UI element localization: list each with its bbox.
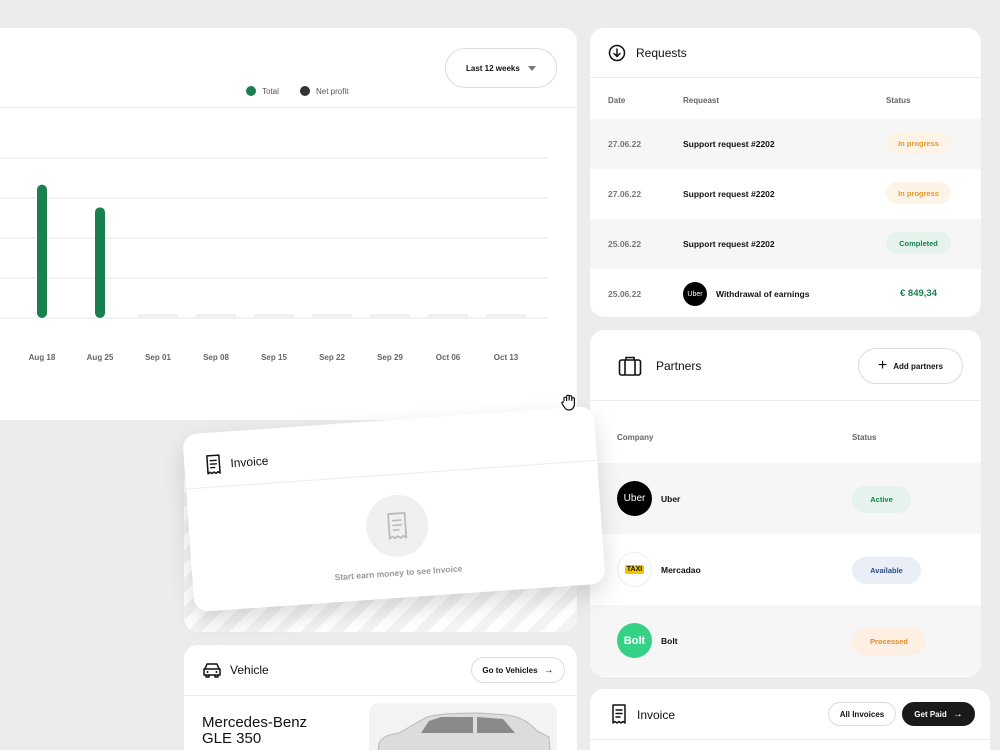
table-row[interactable]: 25.06.22 Support request #2202 Completed <box>590 219 981 269</box>
row-date: 27.06.22 <box>608 189 642 199</box>
chart-bar[interactable] <box>95 207 105 318</box>
uber-logo: Uber <box>617 481 652 516</box>
table-row[interactable]: 27.06.22 Support request #2202 In progre… <box>590 169 981 219</box>
row-request: Support request #2202 <box>683 139 775 149</box>
chart-bar-empty[interactable] <box>312 314 352 318</box>
grab-cursor-icon <box>559 392 579 412</box>
earnings-chart-card: Total Net profit Last 12 weeks Aug 18 Aug… <box>0 28 577 420</box>
plus-icon: + <box>877 357 888 374</box>
partner-row-mercadao[interactable]: TAXI Mercadao Available <box>590 534 981 605</box>
row-amount: € 849,34 <box>900 288 937 299</box>
row-date: 25.06.22 <box>608 239 642 249</box>
divider <box>590 77 981 78</box>
chart-bar-empty[interactable] <box>486 314 526 318</box>
x-tick-label: Sep 15 <box>261 353 287 362</box>
uber-logo: Uber <box>683 282 707 306</box>
x-tick-label: Oct 13 <box>494 353 519 362</box>
bar-chart: Aug 18 Aug 25 Sep 01 Sep 08 Sep 15 Sep 22 Sep … <box>0 157 547 362</box>
col-request: Requeast <box>683 96 720 105</box>
status-badge: Available <box>852 557 921 584</box>
status-badge: In progress <box>886 132 951 154</box>
car-image <box>369 703 557 750</box>
get-paid-label: Get Paid <box>914 709 947 719</box>
receipt-icon <box>610 704 628 724</box>
invoice-popup-card[interactable]: Invoice Start earn money to see Invoice <box>182 405 606 613</box>
partner-name: Bolt <box>661 635 678 646</box>
col-date: Date <box>608 96 626 105</box>
partner-name: Mercadao <box>661 564 701 575</box>
vehicle-card: Vehicle Go to Vehicles → Mercedes-Benz G… <box>184 645 577 750</box>
chart-bar-empty[interactable] <box>254 314 294 318</box>
partners-title: Partners <box>656 359 702 373</box>
x-tick-label: Aug 18 <box>29 353 56 362</box>
add-partners-label: Add partners <box>893 361 944 371</box>
vehicle-title: Vehicle <box>230 663 269 677</box>
logo-text: TAXI <box>624 565 645 574</box>
receipt-icon <box>364 492 431 559</box>
chart-bar-empty[interactable] <box>138 314 178 318</box>
x-tick-label: Sep 29 <box>377 353 403 362</box>
status-badge: Active <box>852 486 911 513</box>
col-status: Status <box>886 96 911 105</box>
table-row[interactable]: 25.06.22 Uber Withdrawal of earnings € 8… <box>590 269 981 317</box>
arrow-down-circle-icon <box>608 44 626 62</box>
car-make: Mercedes-Benz <box>202 714 308 731</box>
divider <box>590 739 990 740</box>
status-badge: Processed <box>852 628 926 655</box>
requests-card: Requests Date Requeast Status 27.06.22 S… <box>590 28 981 317</box>
status-badge: In progress <box>886 182 951 204</box>
table-row[interactable]: 27.06.22 Support request #2202 In progre… <box>590 119 981 169</box>
x-tick-label: Aug 25 <box>87 353 114 362</box>
invoice-title: Invoice <box>637 708 676 722</box>
col-company: Company <box>617 433 654 442</box>
add-partners-button[interactable]: + Add partners <box>858 348 963 384</box>
row-date: 27.06.22 <box>608 139 642 149</box>
row-request: Withdrawal of earnings <box>716 289 810 299</box>
arrow-right-icon: → <box>543 664 554 676</box>
row-request: Support request #2202 <box>683 239 775 249</box>
x-tick-label: Sep 22 <box>319 353 345 362</box>
row-request: Support request #2202 <box>683 189 775 199</box>
car-model-name: GLE 350 <box>202 730 262 747</box>
chart-bar-empty[interactable] <box>428 314 468 318</box>
mercadao-taxi-logo: TAXI <box>617 552 652 587</box>
get-paid-button[interactable]: Get Paid → <box>902 702 975 726</box>
partner-row-bolt[interactable]: Bolt Bolt Processed <box>590 605 981 676</box>
invoice-card: Invoice All Invoices Get Paid → <box>590 689 990 750</box>
car-model: Mercedes-Benz GLE 350 <box>202 715 307 747</box>
all-invoices-button[interactable]: All Invoices <box>828 702 896 726</box>
col-status: Status <box>852 433 877 442</box>
partner-row-uber[interactable]: Uber Uber Active <box>590 463 981 534</box>
partner-name: Uber <box>661 493 681 504</box>
requests-title: Requests <box>636 46 687 60</box>
chart-bar-empty[interactable] <box>196 314 236 318</box>
go-to-vehicles-button[interactable]: Go to Vehicles → <box>471 657 565 683</box>
x-tick-label: Sep 01 <box>145 353 171 362</box>
chart-bar[interactable] <box>37 184 47 318</box>
chart-bar-empty[interactable] <box>370 314 410 318</box>
partners-card: Partners + Add partners Company Status U… <box>590 330 981 677</box>
status-badge: Completed <box>886 232 951 254</box>
arrow-right-icon: → <box>952 708 963 720</box>
divider <box>590 400 981 401</box>
x-tick-label: Oct 06 <box>436 353 461 362</box>
briefcase-icon <box>618 354 642 378</box>
invoice-empty-text: Start earn money to see Invoice <box>334 563 463 583</box>
divider <box>184 695 577 696</box>
receipt-icon <box>204 454 223 475</box>
row-date: 25.06.22 <box>608 289 642 299</box>
x-tick-label: Sep 08 <box>203 353 229 362</box>
go-to-vehicles-label: Go to Vehicles <box>482 665 538 675</box>
bolt-logo: Bolt <box>617 623 652 658</box>
invoice-popup-title: Invoice <box>229 453 269 471</box>
car-icon <box>202 661 222 679</box>
